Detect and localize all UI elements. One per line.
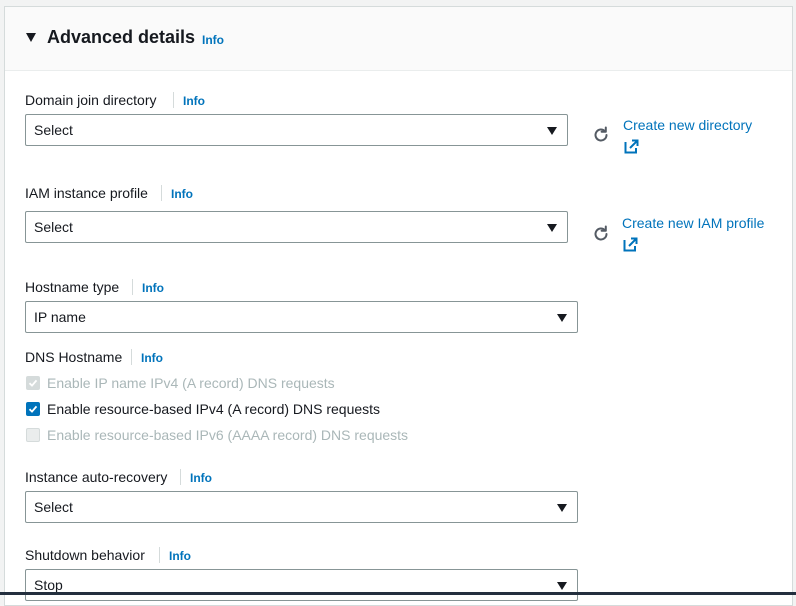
ipv4-name-checkbox[interactable] [26,376,40,390]
section-header[interactable]: Advanced details Info [5,7,792,71]
refresh-icon[interactable] [592,225,610,243]
hostname-type-label: Hostname type [25,279,120,295]
refresh-icon[interactable] [592,126,610,144]
auto-recovery-select[interactable]: Select [25,491,578,523]
domain-join-info-link[interactable]: Info [183,94,205,108]
divider [180,469,181,485]
shutdown-behavior-value: Stop [34,577,63,593]
dropdown-arrow-icon [547,224,557,232]
external-link-icon[interactable] [623,237,638,252]
divider [131,349,132,365]
dropdown-arrow-icon [557,504,567,512]
ipv4-resource-checkbox-label: Enable resource-based IPv4 (A record) DN… [47,401,381,417]
iam-profile-value: Select [34,219,73,235]
hostname-type-select[interactable]: IP name [25,301,578,333]
hostname-type-info-link[interactable]: Info [142,281,164,295]
ipv4-resource-checkbox[interactable] [26,402,40,416]
hostname-type-value: IP name [34,309,86,325]
shutdown-behavior-select[interactable]: Stop [25,569,578,601]
divider [159,547,160,563]
iam-profile-select[interactable]: Select [25,211,568,243]
auto-recovery-value: Select [34,499,73,515]
domain-join-label: Domain join directory [25,92,157,108]
iam-profile-label: IAM instance profile [25,185,148,201]
dns-hostname-label: DNS Hostname [25,349,123,365]
divider [173,92,174,108]
ipv6-resource-checkbox-label: Enable resource-based IPv6 (AAAA record)… [47,427,409,443]
external-link-icon[interactable] [624,139,639,154]
ipv4-name-checkbox-label: Enable IP name IPv4 (A record) DNS reque… [47,375,335,391]
dns-hostname-info-link[interactable]: Info [141,351,163,365]
iam-profile-info-link[interactable]: Info [171,187,193,201]
advanced-details-panel: Advanced details Info Domain join direct… [4,6,793,606]
shutdown-behavior-info-link[interactable]: Info [169,549,191,563]
divider [161,185,162,201]
create-iam-profile-link[interactable]: Create new IAM profile [622,215,764,231]
ipv6-resource-checkbox[interactable] [26,428,40,442]
dropdown-arrow-icon [557,582,567,590]
domain-join-value: Select [34,122,73,138]
dropdown-arrow-icon [547,127,557,135]
section-title: Advanced details [47,27,196,47]
shutdown-behavior-label: Shutdown behavior [25,547,145,563]
section-info-link[interactable]: Info [202,33,224,47]
auto-recovery-info-link[interactable]: Info [190,471,212,485]
domain-join-select[interactable]: Select [25,114,568,146]
divider [132,279,133,295]
create-directory-link[interactable]: Create new directory [623,117,752,133]
auto-recovery-label: Instance auto-recovery [25,469,168,485]
expand-caret-icon[interactable] [26,33,36,42]
dropdown-arrow-icon [557,314,567,322]
